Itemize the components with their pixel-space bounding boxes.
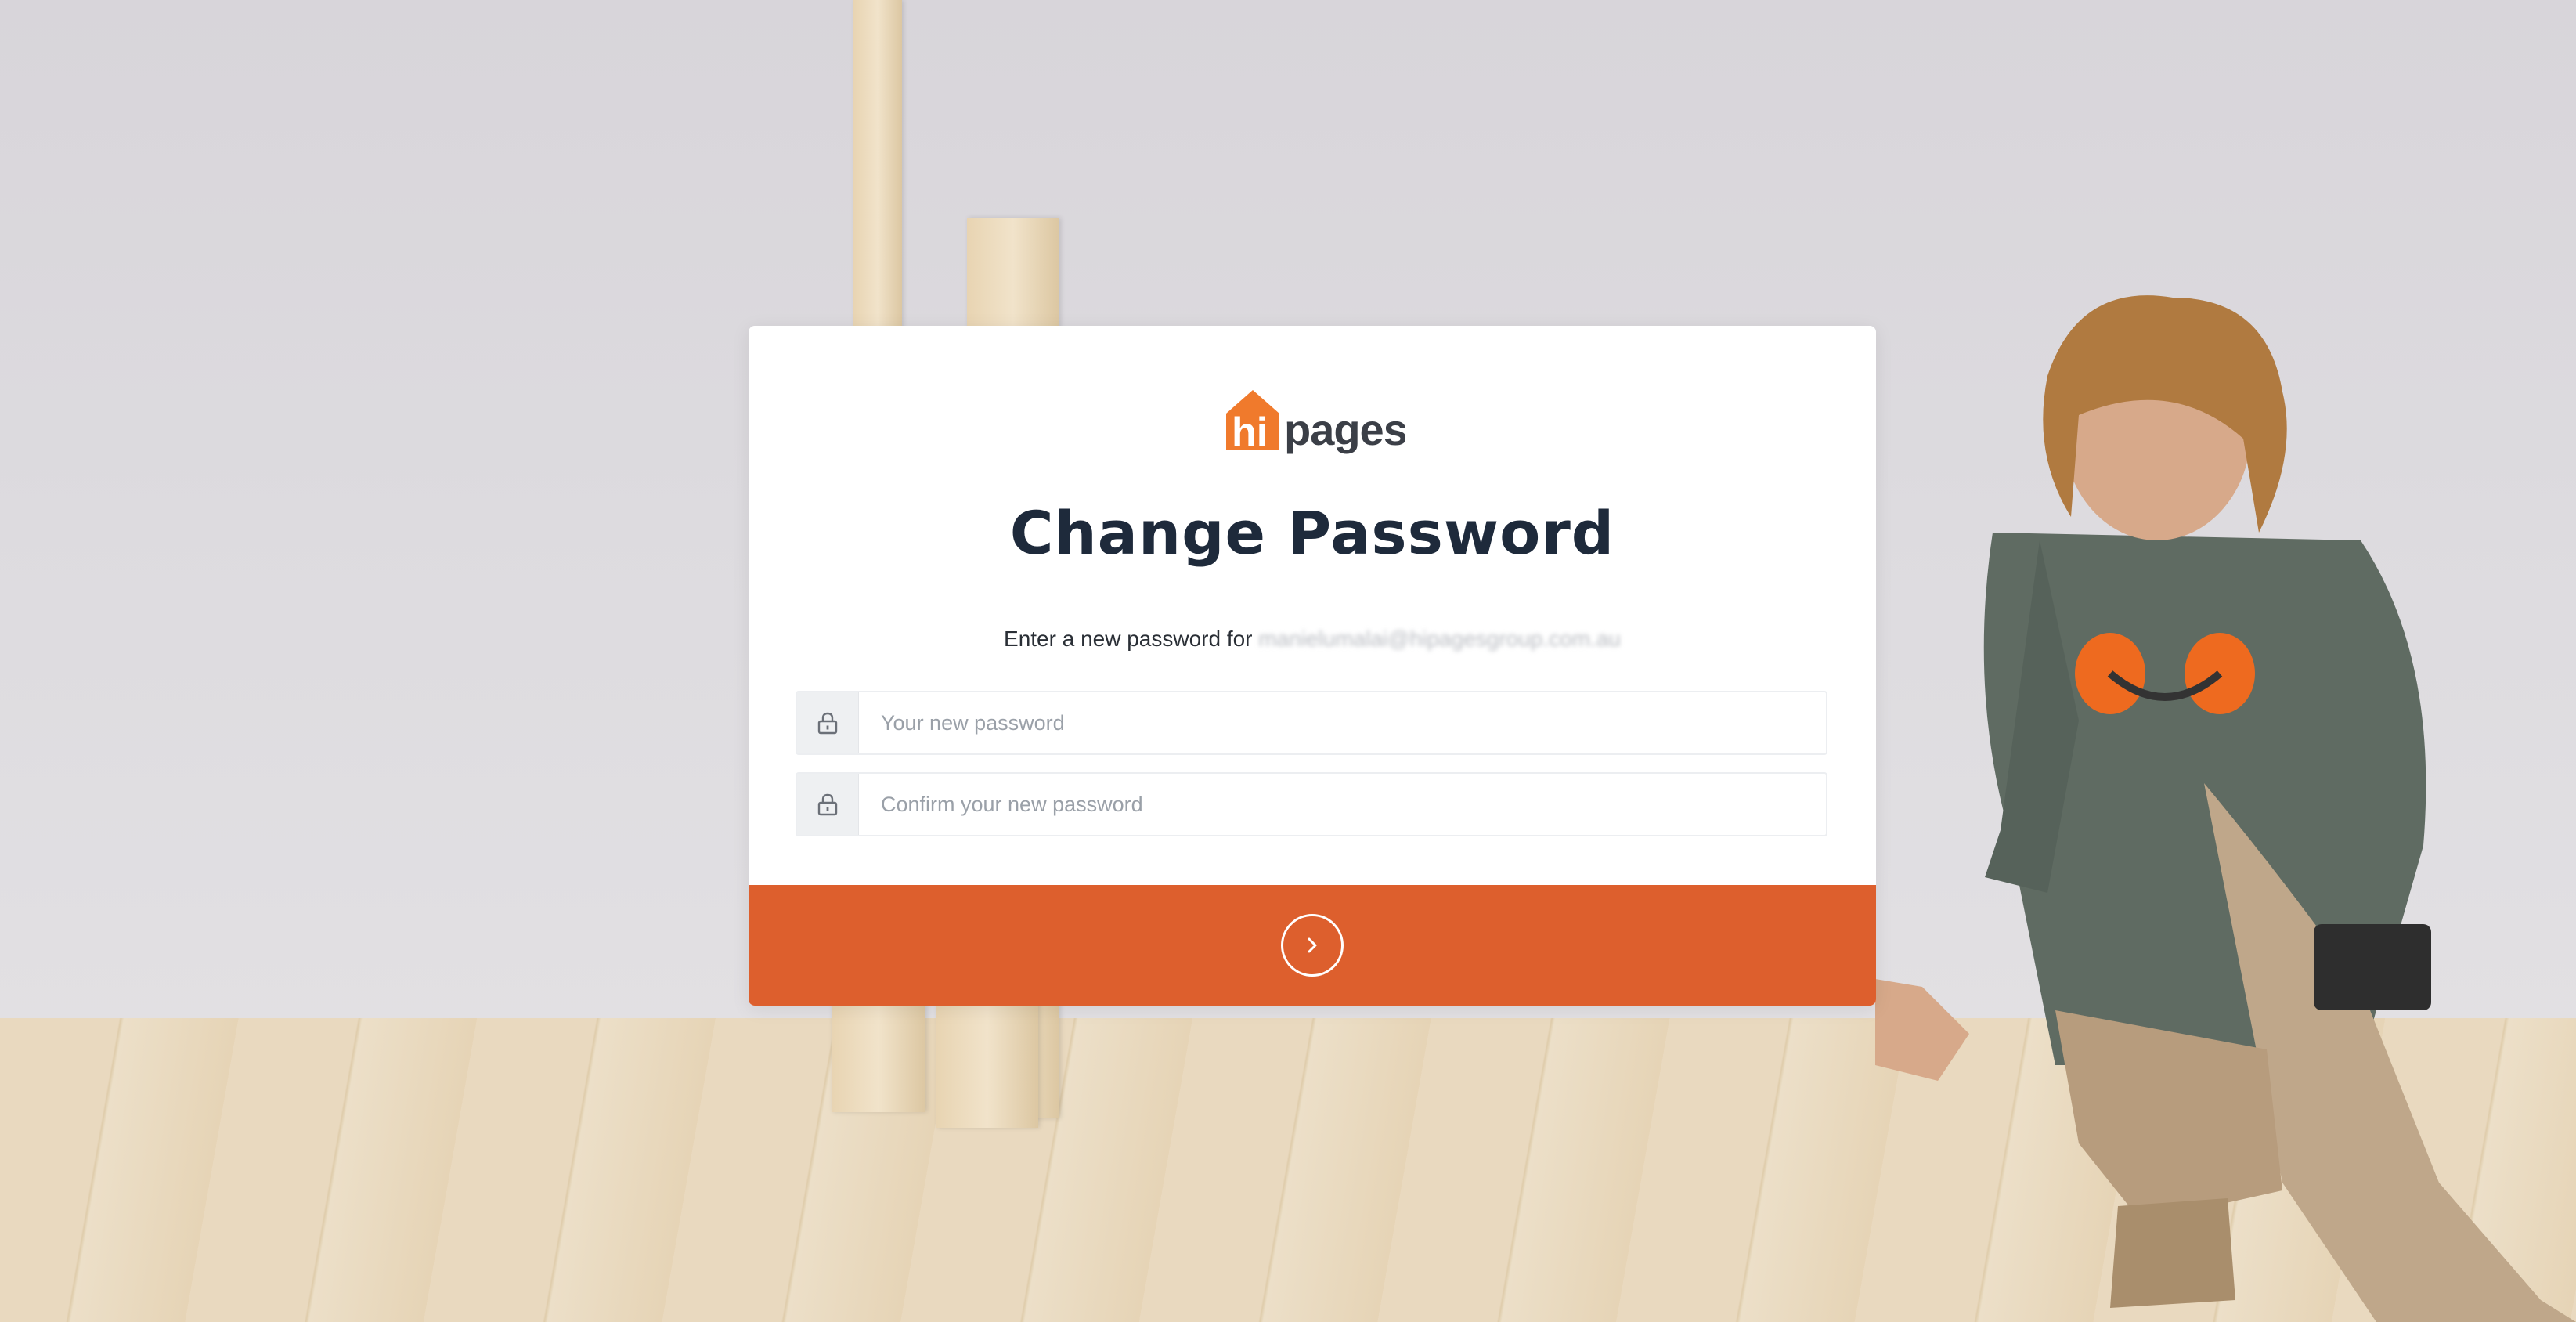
svg-text:hi: hi bbox=[1232, 410, 1268, 454]
hipages-logo: hi pages bbox=[1226, 390, 1405, 454]
new-password-input[interactable] bbox=[859, 692, 1826, 753]
submit-button[interactable] bbox=[749, 885, 1876, 1006]
change-password-card: hi pages Change Password Enter a new pas… bbox=[749, 326, 1876, 1006]
page-root: hi pages Change Password Enter a new pas… bbox=[0, 0, 2576, 1322]
lock-icon bbox=[797, 692, 859, 753]
account-email: manielumalai@hipagesgroup.com.au bbox=[1258, 627, 1621, 651]
submit-circle[interactable] bbox=[1281, 914, 1344, 977]
page-title: Change Password bbox=[1009, 498, 1615, 568]
lock-icon bbox=[797, 774, 859, 835]
background-plank bbox=[832, 987, 925, 1112]
chevron-right-icon bbox=[1308, 937, 1317, 953]
subtitle-text: Enter a new password for bbox=[1004, 627, 1259, 651]
confirm-password-field bbox=[796, 772, 1827, 836]
svg-text:pages: pages bbox=[1284, 405, 1405, 454]
confirm-password-input[interactable] bbox=[859, 774, 1826, 835]
background-worker-photo bbox=[1875, 295, 2576, 1322]
new-password-field bbox=[796, 691, 1827, 755]
background-plank bbox=[936, 987, 1038, 1128]
page-subtitle: Enter a new password for manielumalai@hi… bbox=[749, 627, 1876, 652]
